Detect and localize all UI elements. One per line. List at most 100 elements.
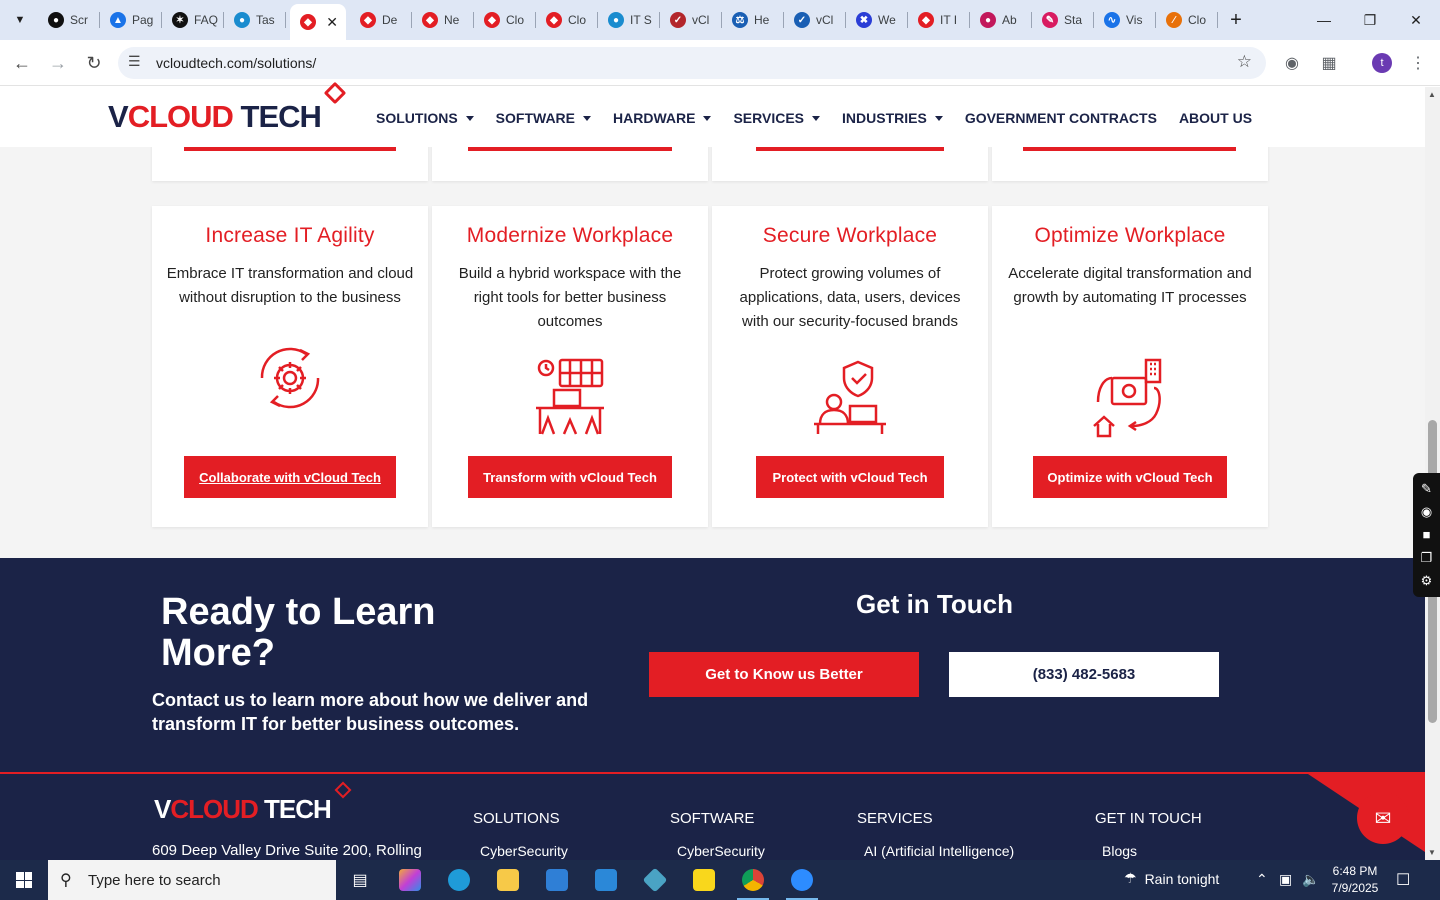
nav-hardware[interactable]: HARDWARE [613, 110, 712, 126]
nav-services[interactable]: SERVICES [733, 110, 821, 126]
chrome-icon[interactable] [733, 864, 773, 900]
nav-government-contracts[interactable]: GOVERNMENT CONTRACTS [965, 110, 1157, 126]
restore-window-icon[interactable]: ❐ [1358, 8, 1382, 32]
card-title: Modernize Workplace [466, 224, 674, 247]
browser-tab[interactable]: ∕ Clo [1156, 6, 1218, 34]
browser-tab[interactable]: ◆ Clo [536, 6, 598, 34]
app-icon[interactable] [635, 864, 675, 896]
cta-heading: Ready to Learn More? [161, 591, 436, 674]
file-explorer-icon[interactable] [488, 864, 528, 896]
nav-industries[interactable]: INDUSTRIES [842, 110, 943, 126]
browser-tab[interactable]: ⚖ He [722, 6, 784, 34]
close-tab-icon[interactable]: ✕ [326, 14, 338, 31]
forward-arrow-icon[interactable]: → [45, 50, 71, 76]
window-icon[interactable]: ❐ [1421, 550, 1433, 566]
minimize-window-icon[interactable]: — [1312, 8, 1336, 32]
taskbar-search[interactable]: ⚲ Type here to search [48, 860, 336, 900]
get-to-know-us-button[interactable]: Get to Know us Better [649, 652, 919, 697]
solution-card-modernize: Modernize Workplace Build a hybrid works… [432, 206, 708, 527]
transform-button[interactable]: Transform with vCloud Tech [468, 456, 672, 498]
task-icon: ● [234, 12, 250, 28]
store-icon[interactable] [537, 864, 577, 896]
nav-solutions[interactable]: SOLUTIONS [376, 110, 474, 126]
automation-icon [1093, 358, 1162, 438]
browser-tab[interactable]: ✖ We [846, 6, 908, 34]
kebab-menu-icon[interactable]: ⋮ [1406, 51, 1430, 75]
chevron-up-icon[interactable]: ⌃ [1256, 871, 1268, 888]
x-cross-icon: ✖ [856, 12, 872, 28]
pen-icon[interactable]: ✎ [1421, 481, 1432, 497]
footer-address: 609 Deep Valley Drive Suite 200, Rolling [152, 842, 422, 859]
vcloud-tech-logo[interactable]: VCLOUD TECH [108, 81, 347, 135]
browser-tab[interactable]: ● IT S [598, 6, 660, 34]
browser-tab[interactable]: ✓ vCl [660, 6, 722, 34]
footer-link[interactable]: AI (Artificial Intelligence) [864, 843, 1014, 859]
task-view-icon[interactable]: ▤ [340, 864, 380, 896]
scroll-up-icon[interactable]: ▲ [1428, 90, 1436, 99]
translate-globe-icon[interactable]: ◉ [1280, 51, 1304, 75]
footer-link[interactable]: CyberSecurity [677, 843, 765, 859]
volume-icon[interactable]: 🔈 [1302, 871, 1319, 888]
browser-tab-active[interactable]: ◆ ✕ [290, 4, 346, 40]
vcloud-icon: ◆ [422, 12, 438, 28]
browser-tab[interactable]: ▲ Pag [100, 6, 162, 34]
start-button[interactable] [0, 860, 48, 900]
network-icon[interactable]: ▣ [1279, 871, 1292, 888]
browser-tab[interactable]: ∿ Vis [1094, 6, 1156, 34]
back-arrow-icon[interactable]: ← [9, 50, 35, 76]
reload-icon[interactable]: ↻ [81, 50, 107, 76]
nav-about-us[interactable]: ABOUT US [1179, 110, 1252, 126]
notification-icon[interactable]: ☐ [1396, 870, 1410, 890]
card-description: Accelerate digital transformation and gr… [1008, 265, 1252, 306]
solution-card-optimize: Optimize Workplace Accelerate digital tr… [992, 206, 1268, 527]
openai-icon: ✶ [172, 12, 188, 28]
browser-tab[interactable]: ● Tas [224, 6, 286, 34]
protect-button[interactable]: Protect with vCloud Tech [756, 456, 944, 498]
footer-link[interactable]: Blogs [1102, 843, 1137, 859]
chevron-down-icon [465, 115, 474, 121]
camera-icon: ● [48, 12, 64, 28]
taskbar-clock[interactable]: 6:48 PM 7/9/2025 [1330, 863, 1380, 897]
video-icon[interactable]: ■ [1423, 527, 1431, 542]
extensions-puzzle-icon[interactable]: ▦ [1317, 51, 1341, 75]
browser-tab[interactable]: ● Ab [970, 6, 1032, 34]
browser-tab[interactable]: ✓ vCl [784, 6, 846, 34]
footer-link[interactable]: CyberSecurity [480, 843, 568, 859]
browser-toolbar: ← → ↻ ☰ vcloudtech.com/solutions/ ☆ ◉ ▦ … [0, 40, 1440, 86]
browser-tab[interactable]: ✎ Sta [1032, 6, 1094, 34]
collaborate-button[interactable]: Collaborate with vCloud Tech [184, 456, 396, 498]
browser-tab[interactable]: ✶ FAQ [162, 6, 224, 34]
footer-col-services: SERVICES AI (Artificial Intelligence) [857, 810, 1014, 859]
optimize-button[interactable]: Optimize with vCloud Tech [1033, 456, 1227, 498]
bookmark-star-icon[interactable]: ☆ [1237, 52, 1252, 72]
scroll-down-icon[interactable]: ▼ [1428, 848, 1436, 857]
gear-icon[interactable]: ⚙ [1421, 573, 1433, 589]
weather-widget[interactable]: ☂ Rain tonight [1124, 870, 1219, 887]
profile-avatar[interactable]: t [1372, 53, 1392, 73]
tab-search-menu-icon[interactable]: ▼ [8, 8, 32, 32]
new-tab-button[interactable]: + [1224, 8, 1248, 32]
chevron-down-icon [583, 115, 592, 121]
chat-bubble-icon[interactable]: ✉ [1357, 792, 1409, 844]
vcloud-icon: ◆ [360, 12, 376, 28]
contact-cta-band: Ready to Learn More? Contact us to learn… [0, 558, 1425, 772]
url-text[interactable]: vcloudtech.com/solutions/ [156, 55, 316, 71]
phone-button[interactable]: (833) 482-5683 [949, 652, 1219, 697]
nav-software[interactable]: SOFTWARE [496, 110, 592, 126]
browser-tab[interactable]: ◆ Clo [474, 6, 536, 34]
browser-tab[interactable]: ◆ De [350, 6, 412, 34]
zoom-icon[interactable] [782, 864, 822, 900]
edge-icon[interactable] [439, 864, 479, 896]
address-bar[interactable]: ☰ vcloudtech.com/solutions/ ☆ [118, 47, 1266, 79]
close-window-icon[interactable]: ✕ [1404, 8, 1428, 32]
browser-tab[interactable]: ◆ IT I [908, 6, 970, 34]
mail-icon[interactable] [586, 864, 626, 896]
site-info-icon[interactable]: ☰ [128, 53, 141, 70]
ab-icon: ● [980, 12, 996, 28]
browser-tab[interactable]: ◆ Ne [412, 6, 474, 34]
copilot-icon[interactable] [390, 864, 430, 896]
sticky-notes-icon[interactable] [684, 864, 724, 896]
camera-icon[interactable]: ◉ [1421, 504, 1432, 520]
footer-logo[interactable]: VCLOUD TECH [154, 781, 352, 825]
browser-tab[interactable]: ● Scr [38, 6, 100, 34]
